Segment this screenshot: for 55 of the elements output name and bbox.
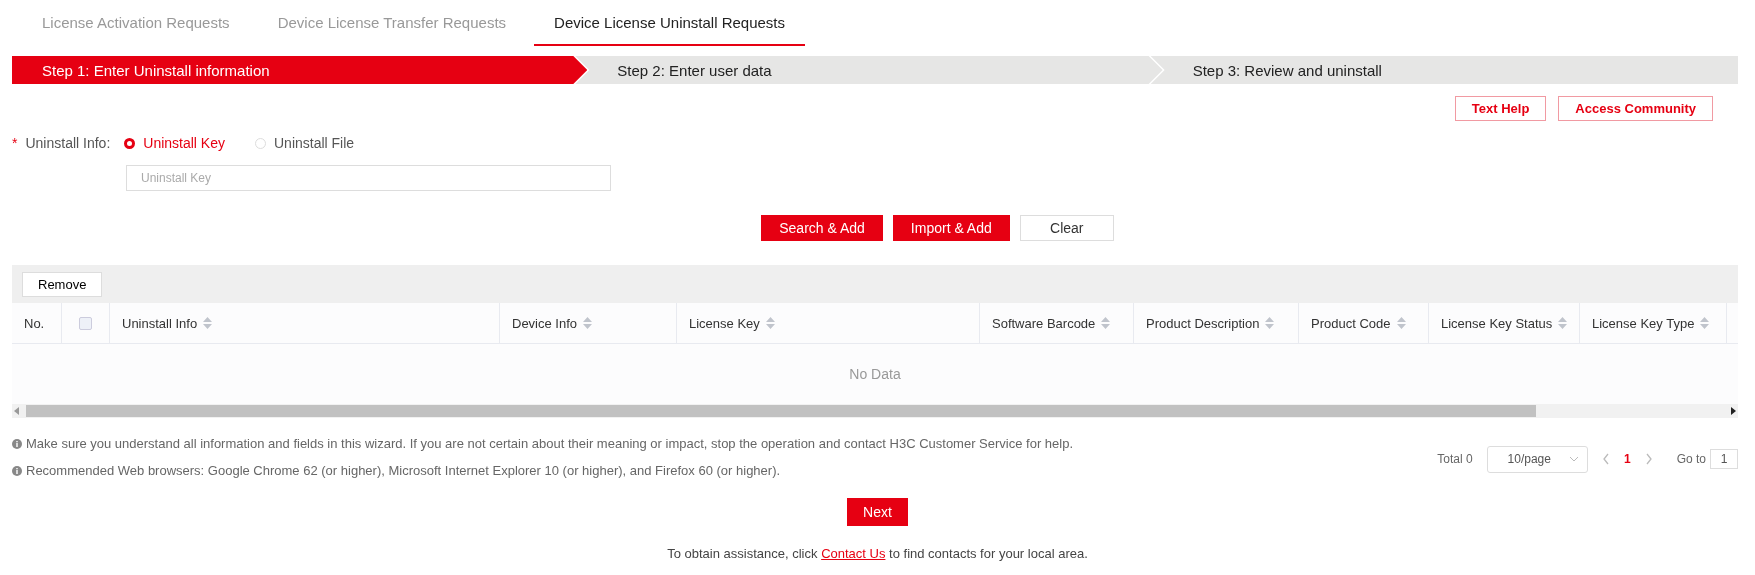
page-size-select[interactable]: 10/page (1486, 445, 1588, 473)
select-all-checkbox[interactable] (79, 316, 92, 330)
help-button[interactable]: Text Help (1454, 96, 1547, 121)
column-header: Product Code (1311, 315, 1391, 331)
column-header: Product Description (1146, 315, 1260, 331)
field-label: Uninstall Info: (25, 135, 111, 151)
uninstall-key-field[interactable]: Uninstall Key (126, 165, 611, 191)
goto-page-field[interactable]: 1 (1710, 449, 1738, 469)
tab[interactable]: Device License Transfer Requests (257, 0, 527, 46)
next-page-icon[interactable] (1644, 453, 1653, 465)
note-text: Recommended Web browsers: Google Chrome 62 (or higher), Microsoft Internet Explorer 10 (or higher), and Firefox 60 (or higher). (26, 463, 781, 478)
note-text: Make sure you understand all information and fields in this wizard. If you are not certain about their meaning or impact, stop the operation and contact H3C Customer Service for help. (26, 436, 1074, 451)
column-header: License Key Type (1592, 315, 1695, 331)
sort-icon[interactable] (583, 317, 593, 329)
sort-icon[interactable] (1101, 317, 1111, 329)
contact-us-link[interactable]: Contact Us (821, 546, 886, 561)
help-button[interactable]: Access Community (1558, 96, 1713, 121)
previous-page-icon[interactable] (1601, 453, 1610, 465)
column-header: Software Barcode (992, 315, 1096, 331)
sort-icon[interactable] (765, 317, 775, 329)
scroll-left-icon[interactable] (12, 406, 22, 416)
sort-icon[interactable] (1265, 317, 1275, 329)
wizard-step: Step 3: Review and uninstall (1150, 56, 1738, 84)
empty-message: No Data (849, 366, 901, 382)
info-icon (12, 438, 22, 449)
info-icon (12, 465, 22, 476)
horizontal-scrollbar[interactable] (12, 404, 1738, 418)
sort-icon[interactable] (1700, 317, 1710, 329)
required-mark: * (12, 135, 18, 151)
goto-label: Go to (1676, 452, 1706, 466)
scroll-right-icon[interactable] (1728, 406, 1738, 416)
radio-icon[interactable] (124, 137, 136, 149)
radio-option[interactable]: Uninstall File (255, 135, 355, 151)
action-button[interactable]: Import & Add (892, 215, 1010, 241)
column-header: No. (24, 315, 45, 331)
next-button[interactable]: Next (847, 498, 908, 526)
radio-option[interactable]: Uninstall Key (124, 135, 225, 151)
action-button[interactable]: Search & Add (761, 215, 883, 241)
assistance-text: To obtain assistance, click Contact Us to find contacts for your local area. (667, 546, 1088, 561)
remove-button[interactable]: Remove (22, 271, 103, 297)
wizard-step: Step 1: Enter Uninstall information (12, 56, 588, 84)
sort-icon[interactable] (1396, 317, 1406, 329)
chevron-down-icon (1568, 456, 1579, 462)
wizard-step: Step 2: Enter user data (575, 56, 1163, 84)
page-number[interactable]: 1 (1623, 452, 1631, 466)
total-count: Total 0 (1437, 452, 1473, 466)
column-header: License Key (689, 315, 760, 331)
column-header: Device Info (512, 315, 578, 331)
column-header: License Key Status (1441, 315, 1553, 331)
sort-icon[interactable] (203, 317, 213, 329)
tab[interactable]: Device License Uninstall Requests (534, 0, 806, 46)
sort-icon[interactable] (1558, 317, 1568, 329)
column-header: Uninstall Info (122, 315, 198, 331)
action-button[interactable]: Clear (1019, 215, 1114, 241)
tab[interactable]: License Activation Requests (22, 0, 250, 46)
